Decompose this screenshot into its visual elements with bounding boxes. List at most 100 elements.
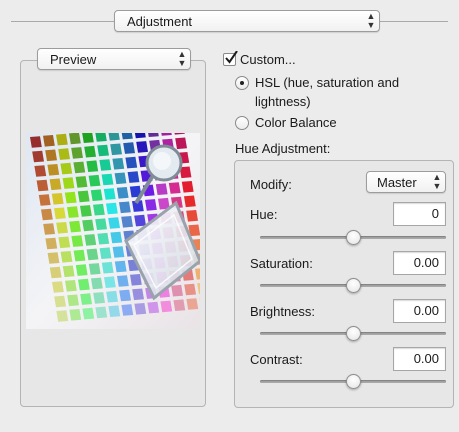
color-swatch [184,283,196,296]
color-swatch [73,161,86,174]
color-swatch [160,300,173,313]
color-swatch [62,177,75,189]
saturation-field[interactable]: 0.00 [393,251,446,275]
saturation-label: Saturation: [250,256,313,271]
modify-popup[interactable]: Master ▲ ▼ [366,171,446,193]
brightness-field[interactable]: 0.00 [393,299,446,323]
color-swatch [136,141,148,153]
color-swatch [38,194,51,206]
color-swatch [99,247,112,259]
color-swatch [173,299,186,311]
color-swatch [95,133,107,142]
contrast-field[interactable]: 0.00 [393,347,446,371]
color-swatch [71,235,84,247]
color-swatch [108,133,120,141]
color-swatch [45,149,57,162]
color-swatch [184,195,196,208]
color-swatch [69,133,81,145]
contrast-slider-knob[interactable] [346,374,361,389]
color-swatch [112,158,125,170]
color-swatch [60,251,73,263]
color-swatch [69,220,81,233]
color-swatch [155,183,168,195]
color-swatch [91,277,103,290]
preview-image [26,133,200,329]
color-swatch [88,174,101,187]
color-swatch [80,293,92,305]
color-swatch [186,298,199,310]
top-separator-left [11,21,115,22]
color-swatch [127,171,140,183]
color-swatch [106,202,118,215]
color-swatch [175,137,187,150]
color-swatch [54,295,66,308]
hsl-radio-label: HSL (hue, saturation and [255,75,400,90]
color-swatch [117,275,129,287]
color-swatch [121,133,133,140]
contrast-label: Contrast: [250,352,303,367]
color-swatch [43,223,55,235]
color-swatch [60,162,73,175]
color-swatch [95,218,107,230]
color-swatch [108,217,120,229]
color-swatch [54,207,66,220]
color-swatch [30,136,42,148]
color-swatch [32,150,44,163]
color-swatch [82,133,94,143]
color-swatch [181,181,194,193]
color-swatch [101,261,114,274]
color-swatch [132,288,144,301]
color-swatch [147,301,160,314]
color-swatch [73,249,86,262]
color-swatch [103,188,116,200]
color-swatch [75,264,88,276]
color-swatch [75,176,88,188]
color-swatch [49,178,62,191]
hue-slider-knob[interactable] [346,230,361,245]
modify-label: Modify: [250,177,292,192]
color-swatch [77,190,90,203]
hue-label: Hue: [250,207,278,222]
color-swatch [186,210,198,222]
saturation-slider-knob[interactable] [346,278,361,293]
modify-popup-value: Master [377,174,417,190]
hue-field[interactable]: 0 [393,202,446,226]
color-swatch [36,179,49,192]
color-swatch [93,203,105,216]
brightness-label: Brightness: [250,304,316,319]
color-swatch [95,306,108,319]
brightness-slider-knob[interactable] [346,326,361,341]
color-swatch [80,205,92,217]
top-separator-right [380,21,448,22]
up-down-arrows-icon: ▲ ▼ [432,172,442,191]
color-swatch [88,263,101,275]
color-swatch [82,307,95,320]
color-swatch [121,304,134,316]
color-swatch [114,172,127,185]
color-swatch [56,222,68,234]
color-swatch [112,246,125,258]
color-swatch [110,143,122,156]
custom-checkbox[interactable] [223,51,238,66]
color-swatch [134,214,146,227]
color-swatch [145,199,157,211]
color-swatch [58,148,70,160]
color-swatch [65,280,77,292]
color-swatch [67,206,79,218]
color-swatch [97,144,109,157]
color-swatch [56,133,68,146]
color-swatch [125,156,138,169]
hsl-radio[interactable] [235,76,249,90]
adjustment-popup[interactable]: Adjustment ▲ ▼ [114,10,380,32]
color-swatch [106,290,118,303]
color-swatch [71,147,83,159]
color-swatch [108,305,121,317]
color-swatch [134,133,146,139]
preview-popup[interactable]: Preview ▲ ▼ [37,48,191,70]
color-swatch [58,236,71,249]
color-swatch [84,234,97,246]
color-balance-radio[interactable] [235,116,249,130]
hsl-radio-label-line2: lightness) [255,94,311,109]
color-swatch [84,145,96,158]
color-swatch [69,309,82,321]
